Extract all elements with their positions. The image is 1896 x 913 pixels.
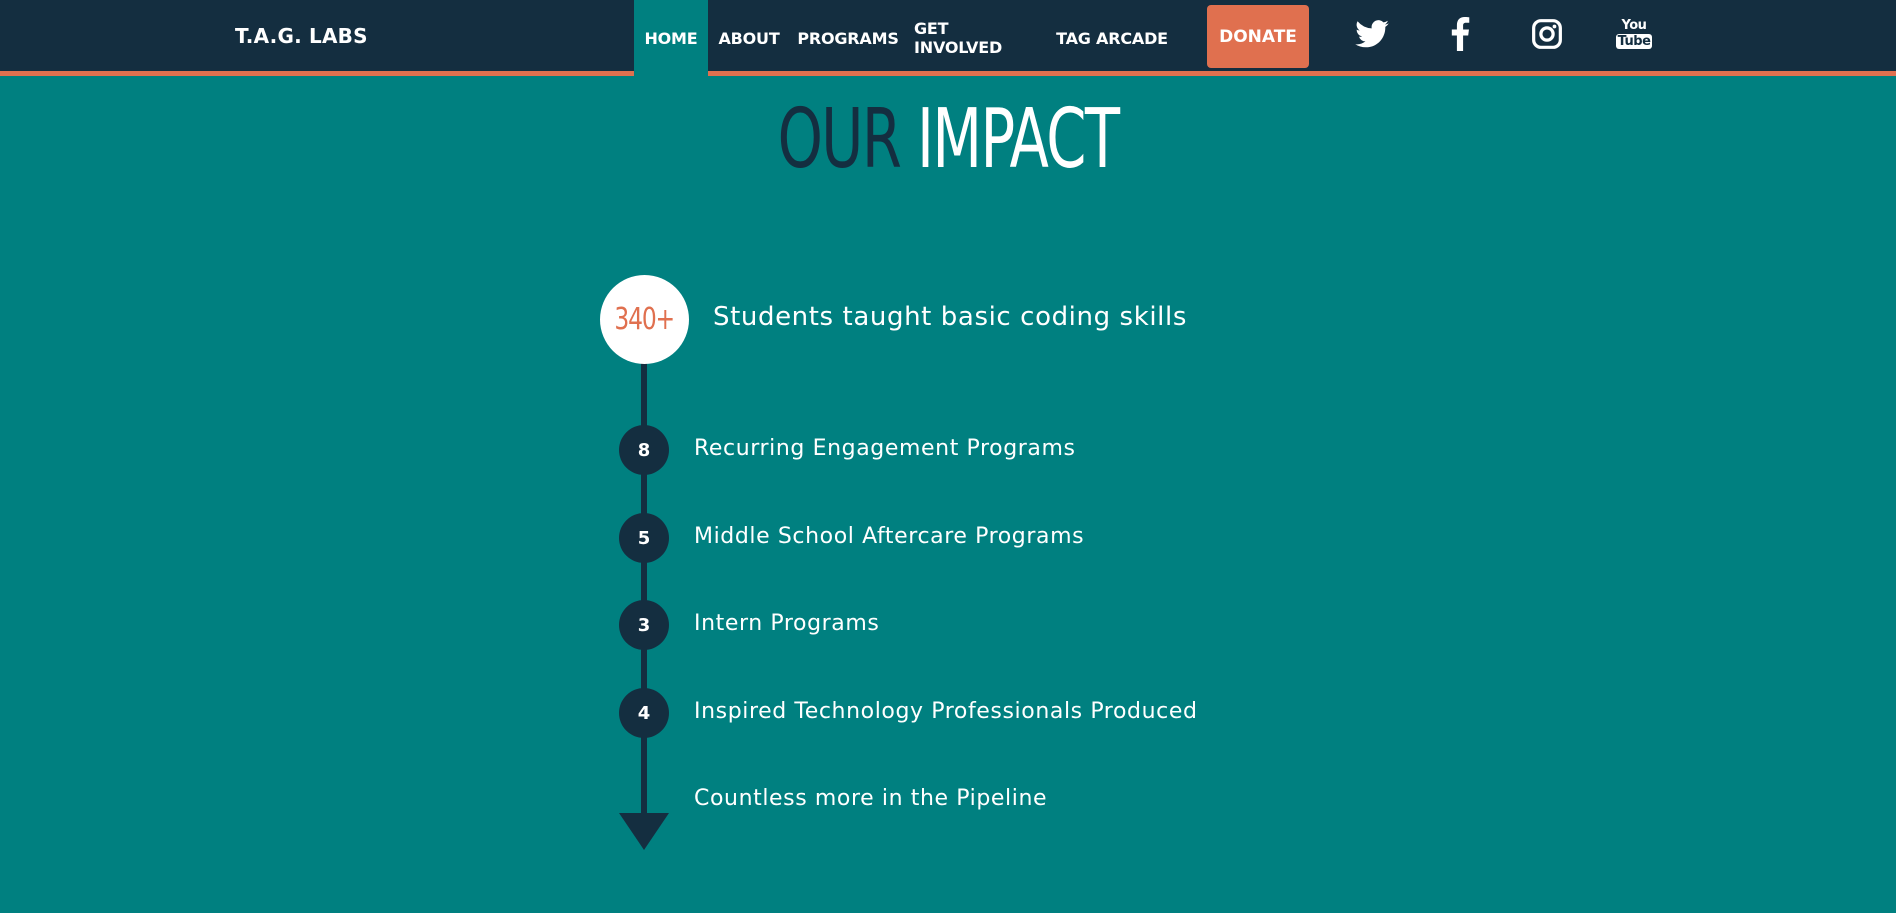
- youtube-logo: You Tube: [1615, 18, 1653, 49]
- stat-label: Middle School Aftercare Programs: [694, 524, 1085, 549]
- headline-stat-circle: 340+: [600, 275, 689, 364]
- facebook-icon[interactable]: [1440, 14, 1480, 54]
- headline-stat-label: Students taught basic coding skills: [713, 302, 1187, 332]
- stat-label: Recurring Engagement Programs: [694, 436, 1076, 461]
- final-stat-label: Countless more in the Pipeline: [694, 786, 1048, 811]
- nav-tag-arcade[interactable]: TAG ARCADE: [1056, 0, 1168, 76]
- stat-label: Intern Programs: [694, 611, 880, 636]
- stat-circle: 5: [619, 513, 669, 563]
- nav-about[interactable]: ABOUT: [716, 0, 782, 76]
- site-logo-text[interactable]: T.A.G. LABS: [235, 24, 368, 48]
- donate-button[interactable]: DONATE: [1207, 5, 1309, 68]
- section-title: OUR IMPACT: [209, 92, 1688, 187]
- timeline-line: [641, 330, 647, 820]
- youtube-tube-text: Tube: [1615, 34, 1653, 49]
- headline-stat-value: 340+: [614, 302, 676, 337]
- title-our: OUR: [777, 92, 902, 187]
- nav-programs[interactable]: PROGRAMS: [797, 0, 899, 76]
- twitter-icon[interactable]: [1352, 14, 1392, 54]
- instagram-icon[interactable]: [1527, 14, 1567, 54]
- stat-circle: 4: [619, 688, 669, 738]
- stat-label: Inspired Technology Professionals Produc…: [694, 699, 1198, 724]
- stat-circle: 3: [619, 600, 669, 650]
- title-impact: IMPACT: [917, 92, 1120, 187]
- nav-home[interactable]: HOME: [634, 0, 708, 76]
- timeline-arrow-down-icon: [619, 813, 669, 850]
- youtube-icon[interactable]: You Tube: [1614, 12, 1654, 56]
- youtube-you-text: You: [1621, 18, 1647, 33]
- top-navbar: T.A.G. LABS HOME ABOUT PROGRAMS GET INVO…: [0, 0, 1896, 76]
- stat-circle: 8: [619, 425, 669, 475]
- nav-get-involved[interactable]: GET INVOLVED: [914, 0, 1040, 76]
